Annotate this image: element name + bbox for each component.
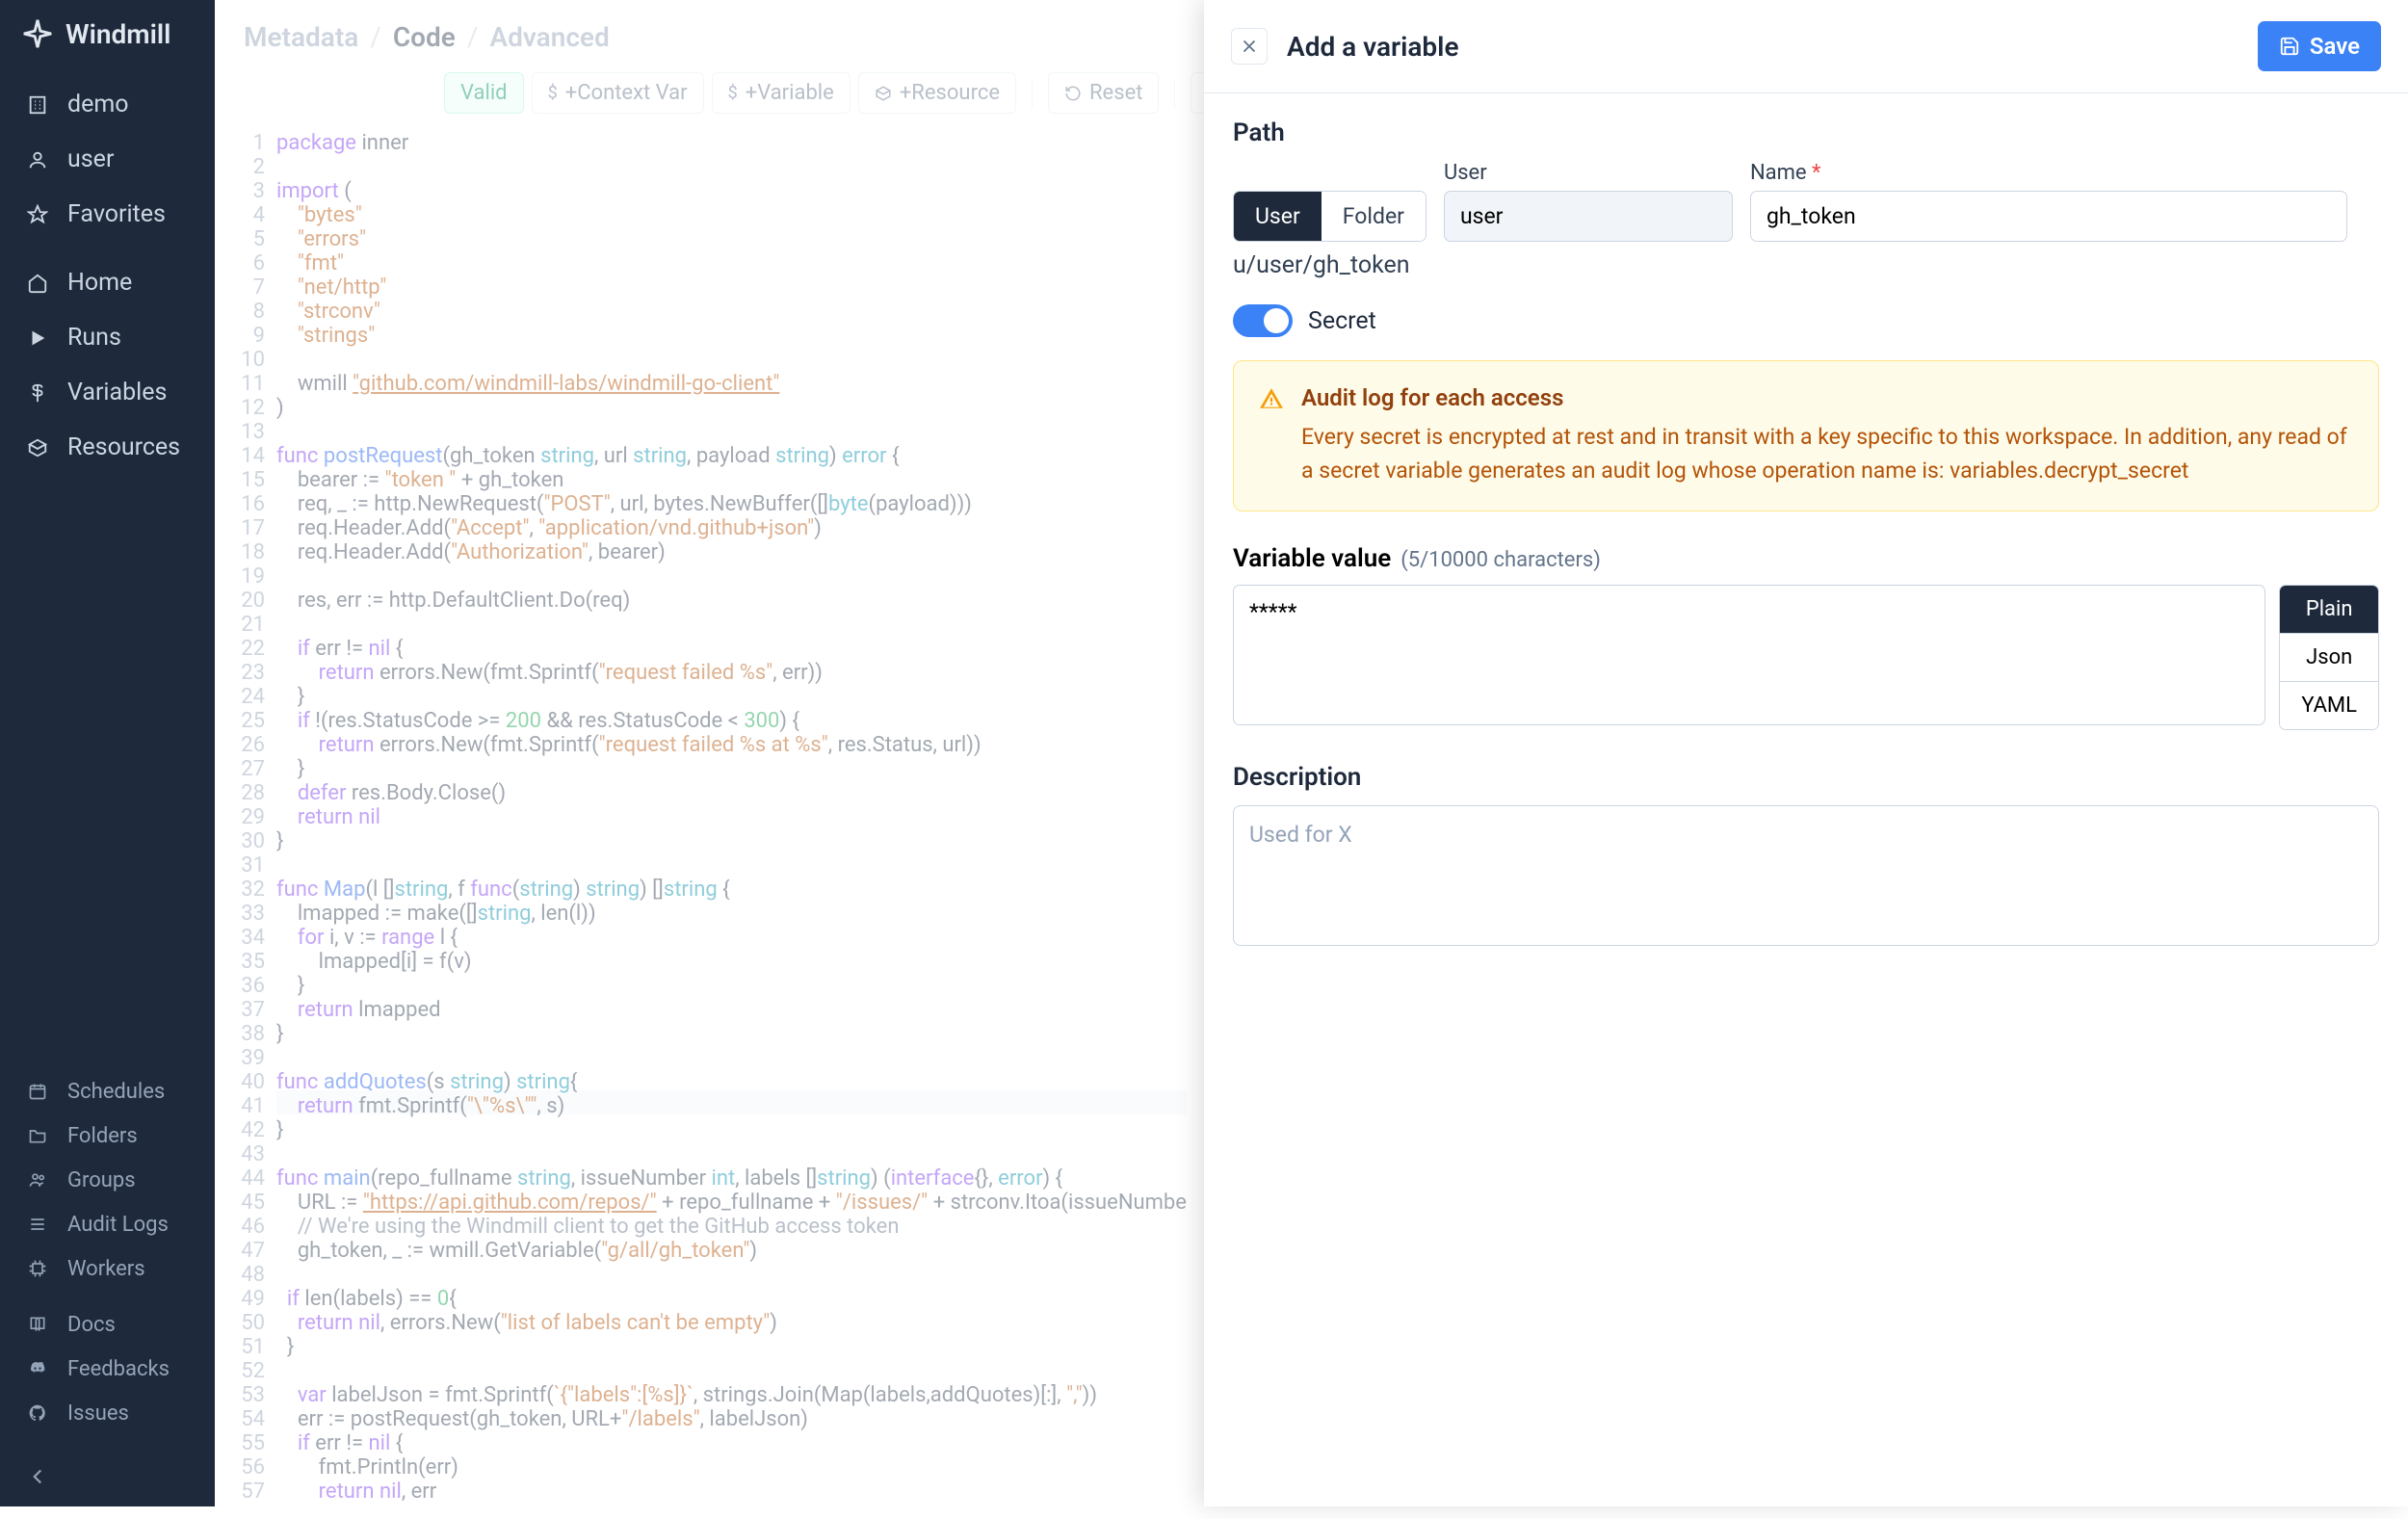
sidebar-item-label: Issues: [67, 1401, 129, 1426]
resolved-path: u/user/gh_token: [1233, 251, 2379, 279]
alert-title: Audit log for each access: [1301, 384, 2353, 411]
description-input[interactable]: [1233, 805, 2379, 946]
brand-logo[interactable]: Windmill: [0, 0, 215, 67]
format-plain-button[interactable]: Plain: [2280, 586, 2378, 634]
dollar-icon: [25, 380, 50, 406]
user-icon: [25, 147, 50, 172]
close-icon: [1239, 36, 1260, 57]
sidebar-item-favorites[interactable]: Favorites: [0, 187, 215, 242]
collapse-sidebar-icon[interactable]: [25, 1464, 190, 1489]
owner-user-tab[interactable]: User: [1234, 192, 1322, 241]
add-context-var-button[interactable]: $+Context Var: [532, 72, 704, 114]
save-icon: [2279, 36, 2300, 57]
close-drawer-button[interactable]: [1231, 28, 1268, 65]
secret-toggle-label: Secret: [1308, 307, 1376, 335]
alert-body: Every secret is encrypted at rest and in…: [1301, 421, 2353, 487]
sidebar-item-label: user: [67, 145, 114, 173]
add-variable-drawer: Add a variable Save Path User Folder Use…: [1204, 0, 2408, 1506]
main-content: Metadata / Code / Advanced u/us Valid $+…: [215, 0, 2408, 1506]
variable-value-input[interactable]: [1233, 585, 2265, 725]
sidebar-item-user[interactable]: user: [0, 132, 215, 187]
star-icon: [25, 202, 50, 227]
user-field-input[interactable]: [1444, 191, 1733, 242]
sidebar-item-label: Variables: [67, 379, 167, 406]
sidebar-item-label: Home: [67, 269, 132, 297]
sidebar-item-label: Workers: [67, 1257, 145, 1281]
play-icon: [25, 326, 50, 351]
sidebar: Windmill demo user Favorites Home Runs Varia…: [0, 0, 215, 1506]
sidebar-item-audit-logs[interactable]: Audit Logs: [0, 1202, 215, 1246]
sidebar-item-variables[interactable]: Variables: [0, 365, 215, 420]
box-icon: [875, 85, 892, 102]
name-field-input[interactable]: [1750, 191, 2347, 242]
discord-icon: [25, 1356, 50, 1381]
add-variable-button[interactable]: $+Variable: [712, 72, 851, 114]
sidebar-item-folders[interactable]: Folders: [0, 1113, 215, 1158]
save-button[interactable]: Save: [2258, 21, 2381, 71]
sidebar-item-issues[interactable]: Issues: [0, 1391, 215, 1435]
format-yaml-button[interactable]: YAML: [2280, 682, 2378, 729]
list-icon: [25, 1212, 50, 1237]
breadcrumb-code[interactable]: Code: [393, 21, 456, 53]
secret-toggle[interactable]: [1233, 304, 1293, 337]
box-icon: [25, 435, 50, 460]
refresh-icon: [1064, 85, 1082, 102]
sidebar-item-label: Favorites: [67, 200, 166, 228]
sidebar-item-label: Docs: [67, 1313, 116, 1337]
sidebar-item-resources[interactable]: Resources: [0, 420, 215, 475]
sidebar-item-label: Runs: [67, 324, 121, 352]
windmill-icon: [21, 17, 54, 50]
sidebar-item-workers[interactable]: Workers: [0, 1246, 215, 1291]
value-format-selector: Plain Json YAML: [2279, 585, 2379, 730]
brand-name: Windmill: [65, 18, 170, 50]
reset-button[interactable]: Reset: [1048, 72, 1159, 114]
calendar-icon: [25, 1079, 50, 1104]
warning-icon: [1259, 386, 1284, 411]
path-section-label: Path: [1233, 118, 2379, 147]
breadcrumb-advanced[interactable]: Advanced: [489, 21, 609, 53]
value-label: Variable value: [1233, 544, 1391, 573]
sidebar-item-schedules[interactable]: Schedules: [0, 1069, 215, 1113]
name-field-label: Name *: [1750, 161, 2347, 185]
breadcrumb-metadata[interactable]: Metadata: [244, 21, 358, 53]
secret-audit-alert: Audit log for each access Every secret i…: [1233, 360, 2379, 511]
users-icon: [25, 1167, 50, 1192]
sidebar-item-label: Folders: [67, 1124, 138, 1148]
sidebar-item-demo[interactable]: demo: [0, 77, 215, 132]
format-json-button[interactable]: Json: [2280, 634, 2378, 682]
sidebar-item-home[interactable]: Home: [0, 255, 215, 310]
building-icon: [25, 92, 50, 118]
sidebar-item-runs[interactable]: Runs: [0, 310, 215, 365]
add-resource-button[interactable]: +Resource: [858, 72, 1016, 114]
sidebar-item-label: demo: [67, 91, 129, 118]
home-icon: [25, 271, 50, 296]
book-icon: [25, 1312, 50, 1337]
sidebar-item-label: Audit Logs: [67, 1213, 169, 1237]
description-label: Description: [1233, 763, 2379, 792]
sidebar-item-feedbacks[interactable]: Feedbacks: [0, 1347, 215, 1391]
value-counter: (5/10000 characters): [1400, 548, 1601, 572]
sidebar-item-label: Schedules: [67, 1080, 165, 1104]
sidebar-item-docs[interactable]: Docs: [0, 1302, 215, 1347]
github-icon: [25, 1401, 50, 1426]
folder-icon: [25, 1123, 50, 1148]
sidebar-item-label: Resources: [67, 433, 180, 461]
user-field-label: User: [1444, 161, 1733, 185]
owner-kind-toggle: User Folder: [1233, 191, 1426, 242]
drawer-title: Add a variable: [1287, 31, 1459, 63]
owner-folder-tab[interactable]: Folder: [1322, 192, 1426, 241]
cpu-icon: [25, 1256, 50, 1281]
valid-indicator[interactable]: Valid: [444, 72, 524, 114]
sidebar-item-label: Feedbacks: [67, 1357, 170, 1381]
sidebar-item-groups[interactable]: Groups: [0, 1158, 215, 1202]
sidebar-item-label: Groups: [67, 1168, 136, 1192]
